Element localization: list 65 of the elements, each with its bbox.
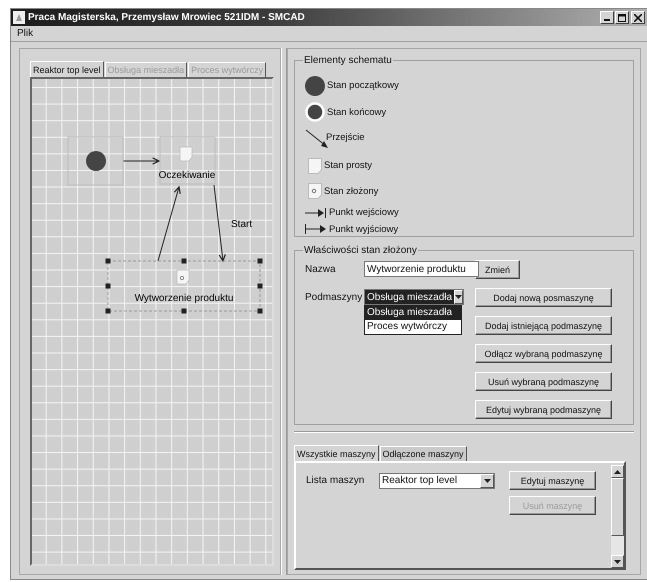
- minimize-button[interactable]: [600, 11, 614, 24]
- submachine-button[interactable]: Odłącz wybraną podmaszynę: [475, 344, 612, 363]
- composite-state-node[interactable]: [108, 260, 260, 312]
- filled-circle-icon[interactable]: [305, 76, 325, 96]
- entry-arrow-icon[interactable]: [305, 208, 327, 218]
- caret-icon: [455, 295, 462, 299]
- composite-state-icon: [176, 270, 190, 284]
- palette-label: Stan złożony: [324, 186, 378, 196]
- scroll-up-icon: [614, 470, 621, 474]
- maximize-button[interactable]: [615, 11, 629, 24]
- close-button[interactable]: [631, 11, 645, 24]
- page-icon[interactable]: [308, 183, 322, 199]
- resize-handle[interactable]: [182, 308, 186, 314]
- resize-handle[interactable]: [182, 258, 186, 264]
- resize-handle[interactable]: [106, 284, 110, 288]
- dropdown-option[interactable]: Obsługa mieszadła: [365, 306, 461, 320]
- ringed-circle-icon[interactable]: [305, 102, 325, 122]
- scroll-down-icon: [614, 560, 621, 564]
- palette-label: Stan prosty: [324, 160, 372, 171]
- group-title: Elementy schematu: [303, 55, 393, 66]
- app-icon: [13, 11, 25, 24]
- resize-handle[interactable]: [106, 308, 110, 314]
- name-field[interactable]: Wytworzenie produktu: [364, 261, 479, 277]
- change-button[interactable]: Zmień: [475, 260, 520, 279]
- submachine-button[interactable]: Edytuj wybraną podmaszynę: [475, 400, 612, 419]
- scrollbar[interactable]: [611, 465, 624, 568]
- transition-arrow[interactable]: [214, 184, 226, 262]
- menu-item[interactable]: Plik: [15, 28, 36, 39]
- field-label: Nazwa: [305, 264, 337, 274]
- palette-label: Stan początkowy: [327, 80, 399, 91]
- machine-button[interactable]: Edytuj maszynę: [509, 471, 596, 490]
- palette-label: Przejście: [326, 132, 365, 142]
- submachine-button[interactable]: Dodaj istniejącą podmaszynę: [475, 316, 612, 335]
- submachine-button[interactable]: Dodaj nową posmaszynę: [475, 288, 612, 307]
- palette-label: Punkt wejściowy: [329, 207, 399, 218]
- resize-handle[interactable]: [258, 284, 262, 288]
- transition-label: Start: [231, 219, 252, 230]
- machines-tab[interactable]: Wszystkie maszyny: [294, 445, 379, 461]
- diagram-canvas[interactable]: Start Oczekiwanie Wytworzenie produktu: [30, 77, 274, 566]
- palette-label: Stan końcowy: [327, 106, 386, 118]
- simple-state-node[interactable]: [160, 136, 216, 184]
- close-icon: [634, 14, 642, 22]
- caret-icon: [484, 478, 490, 482]
- state-label: Oczekiwanie: [158, 170, 216, 181]
- machines-tab[interactable]: Odłączone maszyny: [380, 446, 467, 461]
- submachine-dropdown[interactable]: Obsługa mieszadła: [364, 289, 464, 305]
- transition-arrow[interactable]: [122, 157, 160, 165]
- field-label: Lista maszyn: [306, 475, 366, 486]
- machine-dropdown[interactable]: Reaktor top level: [379, 472, 495, 488]
- window-title: Praca Magisterska, Przemysław Mrowiec 521IDM - SMCAD: [28, 12, 306, 23]
- resize-handle[interactable]: [258, 258, 262, 264]
- resize-handle[interactable]: [106, 258, 110, 264]
- field-label: Podmaszyny: [305, 292, 364, 302]
- simple-state-icon: [180, 146, 192, 162]
- maximize-icon: [618, 14, 626, 22]
- diagram-tab[interactable]: Reaktor top level: [30, 61, 104, 77]
- group-title: Właściwości stan złożony: [303, 245, 418, 256]
- minimize-icon: [604, 19, 610, 21]
- palette-label: Punkt wyjściowy: [329, 224, 398, 234]
- exit-arrow-icon[interactable]: [305, 224, 327, 234]
- initial-state-node[interactable]: [68, 136, 124, 186]
- resize-handle[interactable]: [258, 308, 262, 314]
- submachine-button[interactable]: Usuń wybraną podmaszynę: [475, 372, 612, 391]
- state-label: Wytworzenie produktu: [134, 293, 234, 304]
- transition-arrow[interactable]: [158, 186, 181, 262]
